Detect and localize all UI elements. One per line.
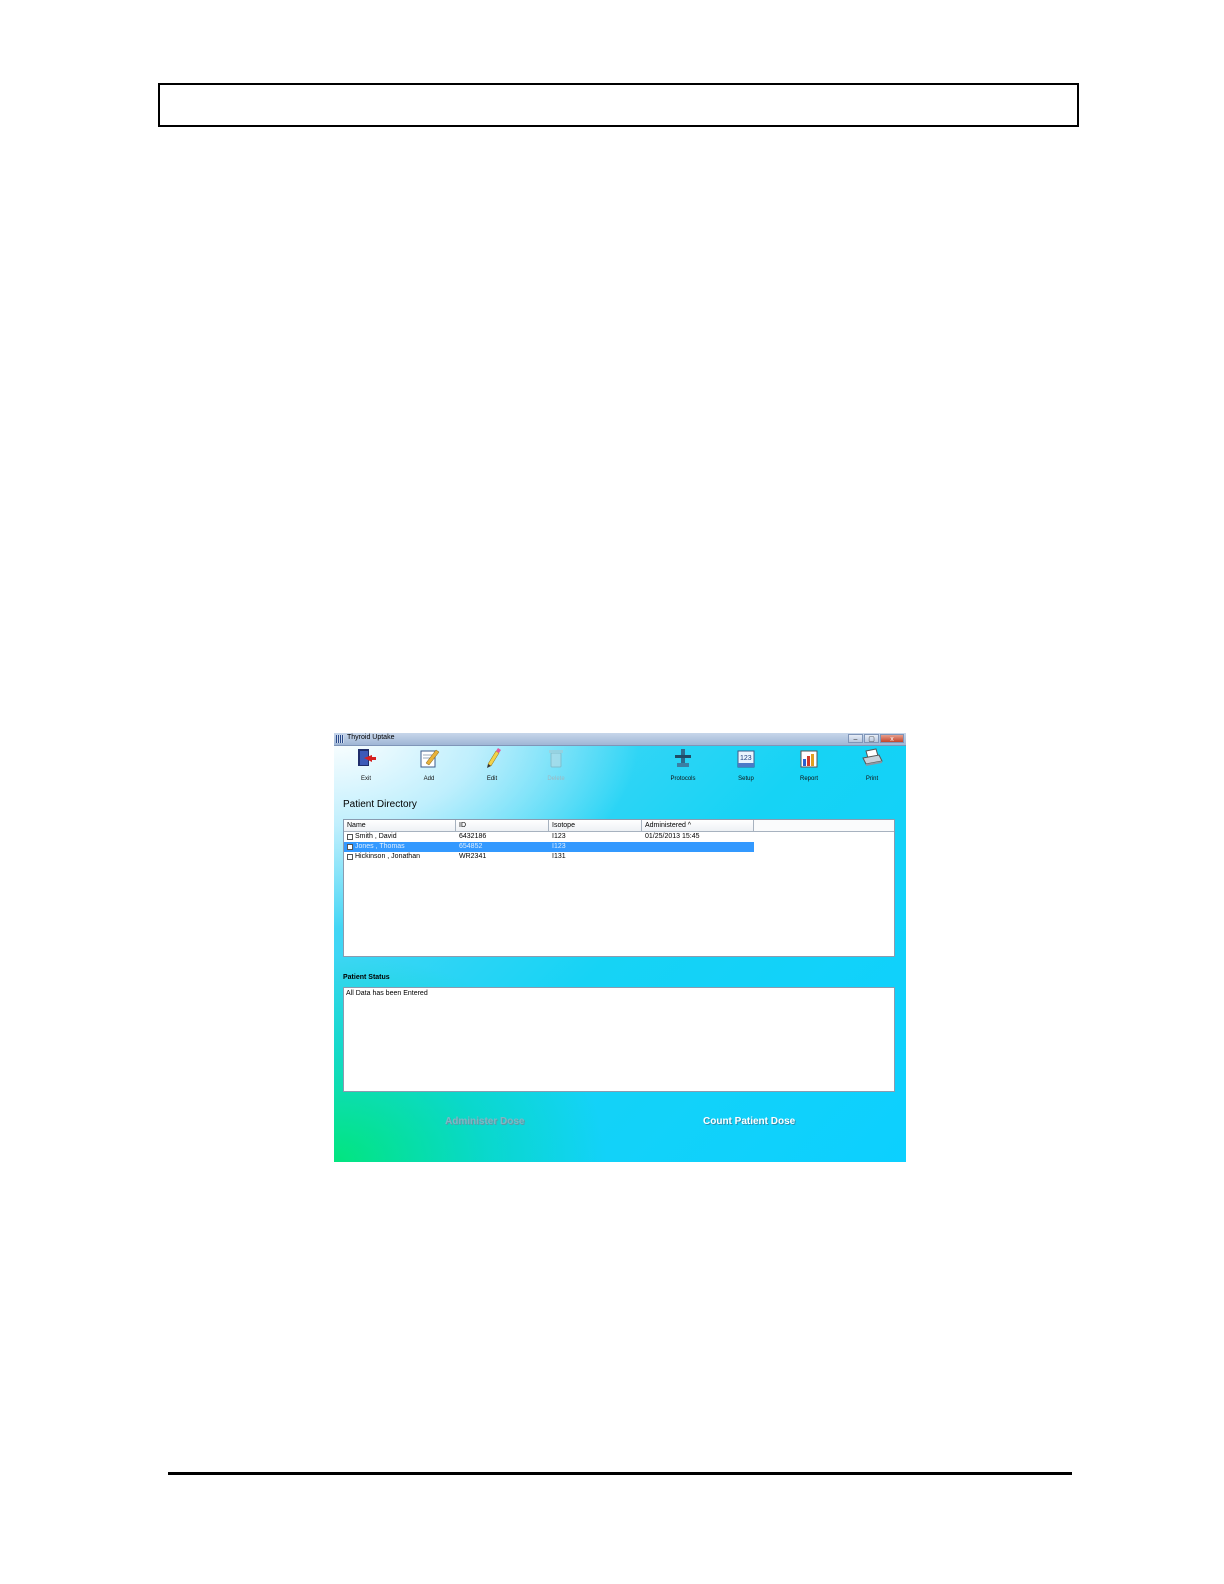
count-patient-dose-button[interactable]: Count Patient Dose <box>703 1116 795 1127</box>
delete-label: Delete <box>547 776 565 782</box>
edit-button[interactable]: Edit <box>470 747 514 787</box>
list-header: Name ID Isotope Administered ^ <box>344 820 894 832</box>
column-header-name[interactable]: Name <box>344 820 456 831</box>
row-checkbox[interactable] <box>347 844 353 850</box>
table-row[interactable]: Hickinson , Jonathan WR2341 I131 <box>344 852 894 862</box>
report-icon <box>800 750 818 768</box>
column-header-id[interactable]: ID <box>456 820 549 831</box>
add-icon <box>420 749 440 768</box>
edit-label: Edit <box>486 776 498 782</box>
protocols-icon <box>675 749 691 767</box>
cell-isotope: I123 <box>552 843 566 850</box>
cell-id: 654852 <box>459 843 483 850</box>
report-label: Report <box>799 776 818 782</box>
cell-name: Jones , Thomas <box>355 843 405 850</box>
report-button[interactable]: Report <box>787 747 831 787</box>
patient-status-box: All Data has been Entered <box>343 987 895 1092</box>
administer-dose-button[interactable]: Administer Dose <box>445 1116 524 1127</box>
page-footer-rule <box>168 1472 1072 1475</box>
thyroid-uptake-window: Thyroid Uptake – ▢ x Exit Add Edit Delet… <box>334 733 906 1162</box>
print-button[interactable]: Print <box>850 747 894 787</box>
maximize-button[interactable]: ▢ <box>864 734 879 743</box>
protocols-label: Protocols <box>670 776 696 782</box>
page-header-box <box>158 83 1079 127</box>
print-label: Print <box>865 776 879 782</box>
setup-icon: 123 <box>737 750 755 768</box>
cell-isotope: I123 <box>552 833 566 840</box>
add-label: Add <box>423 776 435 782</box>
delete-button[interactable]: Delete <box>534 747 578 787</box>
cell-administered: 01/25/2013 15:45 <box>645 833 700 840</box>
close-button[interactable]: x <box>880 734 904 743</box>
column-header-administered[interactable]: Administered ^ <box>642 820 754 831</box>
patient-directory-list[interactable]: Name ID Isotope Administered ^ Smith , D… <box>343 819 895 957</box>
delete-icon <box>549 750 563 768</box>
svg-text:123: 123 <box>740 755 752 762</box>
cell-name: Smith , David <box>355 833 397 840</box>
app-icon <box>336 735 344 743</box>
cell-id: WR2341 <box>459 853 487 860</box>
table-row[interactable]: Smith , David 6432186 I123 01/25/2013 15… <box>344 832 894 842</box>
window-title: Thyroid Uptake <box>347 734 395 741</box>
edit-icon <box>487 748 501 768</box>
row-selection-highlight <box>344 842 754 852</box>
column-header-isotope[interactable]: Isotope <box>549 820 642 831</box>
print-icon <box>862 748 883 766</box>
window-titlebar[interactable]: Thyroid Uptake – ▢ x <box>334 733 906 746</box>
cell-id: 6432186 <box>459 833 487 840</box>
row-checkbox[interactable] <box>347 834 353 840</box>
minimize-button[interactable]: – <box>848 734 863 743</box>
exit-button[interactable]: Exit <box>344 747 388 787</box>
patient-directory-title: Patient Directory <box>343 799 417 810</box>
setup-label: Setup <box>738 776 754 782</box>
table-row[interactable]: Jones , Thomas 654852 I123 <box>344 842 894 852</box>
row-checkbox[interactable] <box>347 854 353 860</box>
add-button[interactable]: Add <box>407 747 451 787</box>
cell-isotope: I131 <box>552 853 566 860</box>
patient-status-title: Patient Status <box>343 974 390 981</box>
exit-icon <box>358 749 376 766</box>
protocols-button[interactable]: Protocols <box>661 747 705 787</box>
cell-name: Hickinson , Jonathan <box>355 853 420 860</box>
exit-label: Exit <box>360 776 371 782</box>
setup-button[interactable]: 123 Setup <box>724 747 768 787</box>
patient-status-text: All Data has been Entered <box>346 990 428 997</box>
